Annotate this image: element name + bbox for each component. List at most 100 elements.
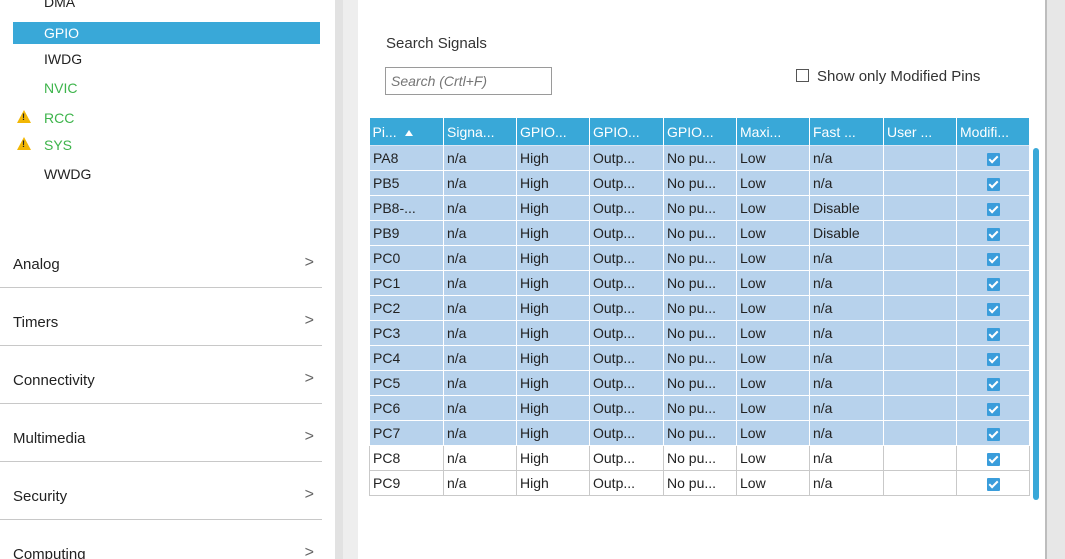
table-cell[interactable]: Low [736,320,810,346]
table-cell[interactable] [883,295,957,321]
table-cell[interactable]: n/a [809,170,884,196]
table-cell[interactable]: No pu... [663,320,737,346]
table-cell[interactable]: PB5 [369,170,444,196]
table-row[interactable]: PB8-... n/a High Outp... No pu... Low Disable [369,195,1030,221]
category-computing[interactable]: Computing > [0,522,322,559]
table-cell[interactable]: High [516,420,590,446]
table-cell[interactable] [883,270,957,296]
table-cell[interactable]: Low [736,395,810,421]
column-header[interactable]: GPIO... [516,118,590,146]
table-cell[interactable]: n/a [809,145,884,171]
table-cell[interactable]: n/a [809,320,884,346]
table-cell[interactable]: No pu... [663,295,737,321]
modified-cell[interactable] [956,170,1030,196]
table-row[interactable]: PA8 n/a High Outp... No pu... Low n/a [369,145,1030,171]
table-cell[interactable]: n/a [809,470,884,496]
sidebar-item-iwdg[interactable]: IWDG [13,48,320,70]
table-cell[interactable]: High [516,145,590,171]
table-cell[interactable] [883,195,957,221]
table-row[interactable]: PC0 n/a High Outp... No pu... Low n/a [369,245,1030,271]
table-row[interactable]: PC3 n/a High Outp... No pu... Low n/a [369,320,1030,346]
table-cell[interactable]: No pu... [663,345,737,371]
table-cell[interactable]: n/a [443,420,517,446]
table-cell[interactable]: Outp... [589,370,664,396]
table-cell[interactable] [883,445,957,471]
table-cell[interactable]: n/a [809,420,884,446]
table-cell[interactable]: No pu... [663,220,737,246]
table-cell[interactable]: Low [736,270,810,296]
table-cell[interactable]: No pu... [663,420,737,446]
table-cell[interactable]: n/a [443,270,517,296]
table-cell[interactable]: Outp... [589,445,664,471]
table-cell[interactable]: n/a [443,295,517,321]
table-cell[interactable]: PC3 [369,320,444,346]
table-row[interactable]: PC6 n/a High Outp... No pu... Low n/a [369,395,1030,421]
table-cell[interactable]: n/a [809,270,884,296]
table-cell[interactable]: High [516,445,590,471]
table-cell[interactable]: High [516,320,590,346]
table-cell[interactable]: Low [736,345,810,371]
column-header[interactable]: User ... [883,118,957,146]
table-cell[interactable]: High [516,195,590,221]
table-cell[interactable]: PA8 [369,145,444,171]
table-row[interactable]: PB9 n/a High Outp... No pu... Low Disable [369,220,1030,246]
table-cell[interactable]: PC8 [369,445,444,471]
table-cell[interactable]: PC0 [369,245,444,271]
table-cell[interactable] [883,320,957,346]
table-cell[interactable]: No pu... [663,470,737,496]
table-cell[interactable]: Low [736,220,810,246]
table-cell[interactable]: High [516,270,590,296]
table-cell[interactable]: Disable [809,220,884,246]
show-modified-pins-checkbox[interactable] [796,69,809,82]
table-cell[interactable]: Outp... [589,420,664,446]
table-cell[interactable]: High [516,370,590,396]
table-cell[interactable] [883,370,957,396]
category-security[interactable]: Security > [0,464,322,520]
modified-cell[interactable] [956,420,1030,446]
table-cell[interactable]: Outp... [589,220,664,246]
table-row[interactable]: PC1 n/a High Outp... No pu... Low n/a [369,270,1030,296]
modified-cell[interactable] [956,220,1030,246]
table-row[interactable]: PC4 n/a High Outp... No pu... Low n/a [369,345,1030,371]
modified-cell[interactable] [956,470,1030,496]
table-cell[interactable]: n/a [809,395,884,421]
table-cell[interactable]: No pu... [663,245,737,271]
table-cell[interactable]: PB8-... [369,195,444,221]
table-cell[interactable]: n/a [443,395,517,421]
table-cell[interactable]: No pu... [663,145,737,171]
category-multimedia[interactable]: Multimedia > [0,406,322,462]
search-signals-input[interactable] [385,67,552,95]
table-cell[interactable]: PC5 [369,370,444,396]
table-cell[interactable]: Outp... [589,170,664,196]
table-cell[interactable] [883,220,957,246]
table-cell[interactable] [883,395,957,421]
table-cell[interactable]: Outp... [589,345,664,371]
modified-cell[interactable] [956,270,1030,296]
table-cell[interactable]: Low [736,245,810,271]
table-row[interactable]: PC5 n/a High Outp... No pu... Low n/a [369,370,1030,396]
sidebar-item-nvic[interactable]: NVIC [13,77,320,99]
table-cell[interactable]: PC2 [369,295,444,321]
table-cell[interactable]: No pu... [663,195,737,221]
table-row[interactable]: PB5 n/a High Outp... No pu... Low n/a [369,170,1030,196]
category-connectivity[interactable]: Connectivity > [0,348,322,404]
column-header[interactable]: GPIO... [589,118,664,146]
table-cell[interactable]: No pu... [663,395,737,421]
sidebar-item-sys[interactable]: ! SYS [13,134,320,156]
table-cell[interactable]: Outp... [589,395,664,421]
table-cell[interactable]: n/a [809,445,884,471]
table-cell[interactable]: High [516,395,590,421]
table-cell[interactable]: Low [736,420,810,446]
table-cell[interactable]: n/a [443,220,517,246]
table-cell[interactable]: PC4 [369,345,444,371]
table-cell[interactable]: n/a [809,245,884,271]
table-cell[interactable] [883,470,957,496]
table-cell[interactable]: n/a [443,320,517,346]
table-cell[interactable]: n/a [809,370,884,396]
table-cell[interactable]: n/a [443,470,517,496]
table-cell[interactable]: Disable [809,195,884,221]
table-cell[interactable]: PB9 [369,220,444,246]
table-cell[interactable]: No pu... [663,445,737,471]
table-cell[interactable]: n/a [809,345,884,371]
table-cell[interactable]: PC1 [369,270,444,296]
